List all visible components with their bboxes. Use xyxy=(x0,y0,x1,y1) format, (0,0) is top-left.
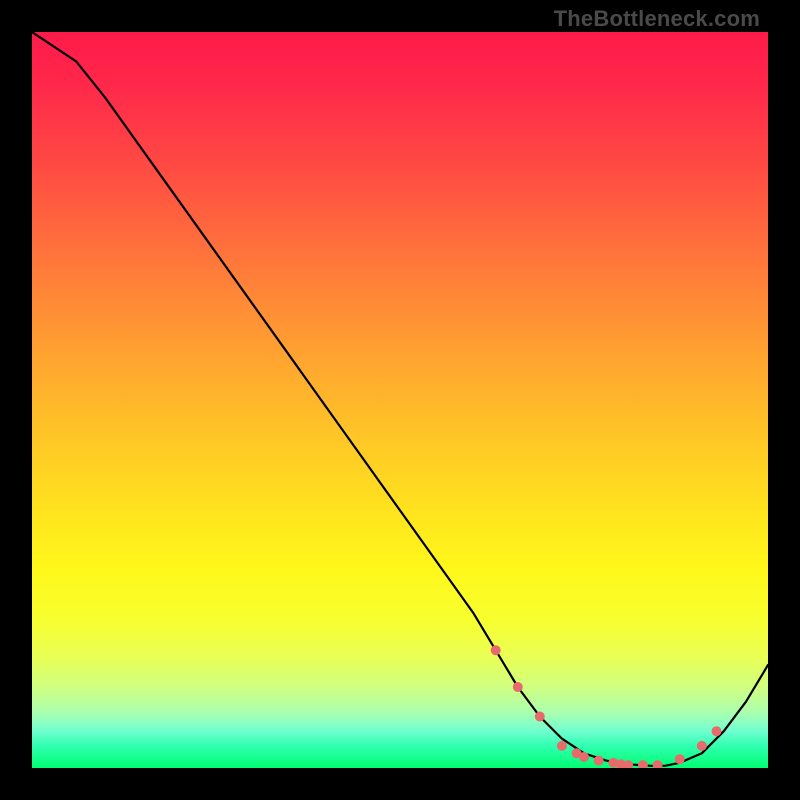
bottleneck-curve xyxy=(32,32,768,766)
plot-area xyxy=(32,32,768,768)
marker-point xyxy=(594,756,604,766)
chart-frame: TheBottleneck.com xyxy=(0,0,800,800)
watermark-text: TheBottleneck.com xyxy=(554,6,760,32)
marker-point xyxy=(653,760,663,768)
marker-point xyxy=(697,741,707,751)
marker-point xyxy=(535,712,545,722)
marker-point xyxy=(513,682,523,692)
marker-point xyxy=(712,726,722,736)
marker-point xyxy=(579,752,589,762)
highlight-points xyxy=(491,645,722,768)
curve-svg xyxy=(32,32,768,768)
marker-point xyxy=(638,760,648,768)
marker-point xyxy=(557,741,567,751)
marker-point xyxy=(491,645,501,655)
marker-point xyxy=(675,754,685,764)
